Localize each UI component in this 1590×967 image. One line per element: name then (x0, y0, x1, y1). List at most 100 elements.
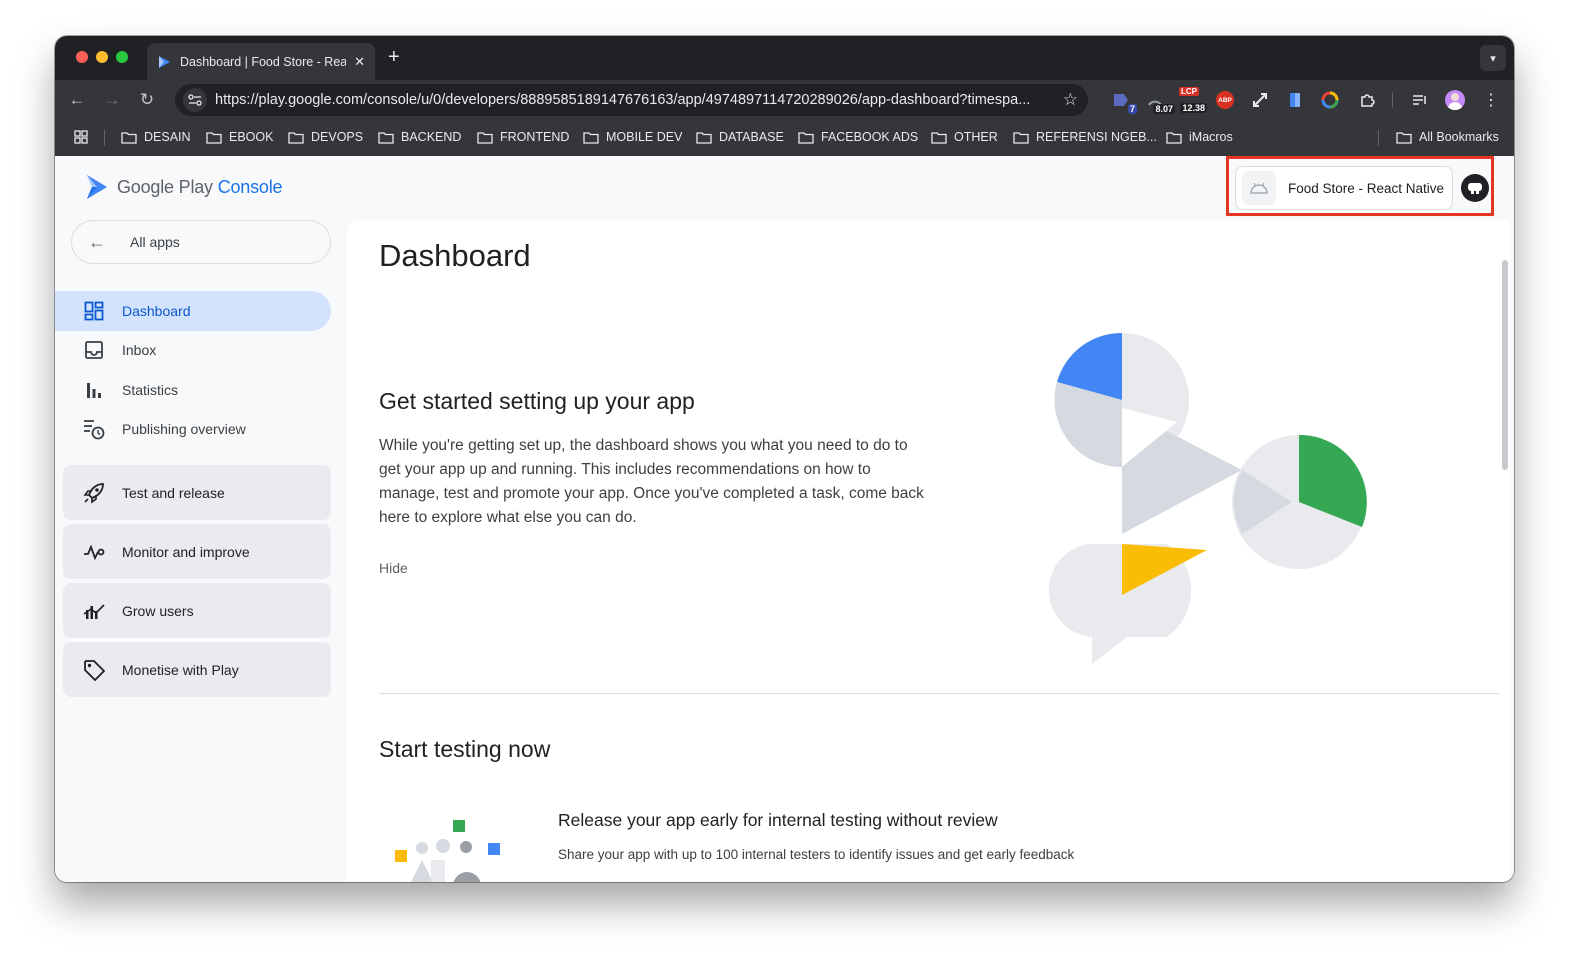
bookmark-folder[interactable]: DATABASE (696, 130, 784, 144)
browser-menu-icon[interactable]: ⋮ (1481, 90, 1501, 110)
section-divider (379, 693, 1499, 694)
folder-icon (1396, 131, 1412, 144)
sidebar-item-dashboard[interactable]: Dashboard (55, 291, 331, 331)
bookmark-label: DEVOPS (311, 130, 364, 144)
color-picker-icon[interactable] (1320, 90, 1340, 110)
sidebar-group-test-and-release[interactable]: Test and release (63, 465, 331, 520)
sidebar-item-label: Dashboard (122, 303, 191, 319)
bookmark-folder[interactable]: REFERENSI NGEB... (1013, 130, 1157, 144)
bookmark-label: OTHER (954, 130, 998, 144)
sidebar-group-grow-users[interactable]: Grow users (63, 583, 331, 638)
maximize-window-button[interactable] (116, 51, 128, 63)
tab-strip: Dashboard | Food Store - Rea ✕ + ▾ (55, 36, 1514, 80)
bookmark-label: MOBILE DEV (606, 130, 683, 144)
apps-grid-icon[interactable] (74, 130, 95, 144)
sidebar-group-label: Grow users (122, 602, 194, 619)
bookmarks-bar: DESAIN EBOOK DEVOPS BACKEND FRONTEND MOBILE D… (55, 120, 1514, 156)
sidebar-item-publishing-overview[interactable]: Publishing overview (55, 409, 331, 449)
sidebar-group-label: Test and release (122, 484, 225, 501)
dashboard-icon (83, 300, 105, 322)
sidebar-group-monetise-with-play[interactable]: Monetise with Play (63, 642, 331, 697)
bookmark-label: REFERENSI NGEB... (1036, 130, 1157, 144)
bookmark-label: FRONTEND (500, 130, 570, 144)
sidebar-group-label: Monitor and improve (122, 543, 250, 560)
bookmarks-divider-right (1378, 130, 1379, 146)
browser-toolbar: ← → ↻ https://play.google.com/console/u/… (55, 80, 1514, 120)
expand-icon[interactable] (1250, 90, 1270, 110)
extension-1-badge: 7 (1127, 104, 1137, 114)
extension-3-icon[interactable]: LCP 12.38 (1179, 87, 1207, 113)
sidebar-item-statistics[interactable]: Statistics (55, 370, 331, 410)
reload-button[interactable]: ↻ (135, 88, 159, 112)
sidebar-item-inbox[interactable]: Inbox (55, 330, 331, 370)
bookmark-folder[interactable]: OTHER (931, 130, 998, 144)
bookmark-folder[interactable]: FRONTEND (477, 130, 569, 144)
sidebar-item-label: Inbox (122, 342, 157, 358)
bookmark-folder[interactable]: FACEBOOK ADS (798, 130, 918, 144)
bookmark-folder[interactable]: BACKEND (378, 130, 461, 144)
chevron-down-icon: ▾ (1490, 52, 1496, 65)
extension-1-icon[interactable]: 7 (1111, 90, 1137, 114)
profile-avatar[interactable] (1445, 90, 1465, 110)
folder-icon (1013, 131, 1029, 144)
adblock-icon[interactable]: ABP (1215, 90, 1235, 110)
publishing-schedule-icon (83, 418, 105, 440)
media-controls-icon[interactable] (1410, 90, 1430, 110)
browser-window: Dashboard | Food Store - Rea ✕ + ▾ ← → ↻… (55, 36, 1514, 882)
back-button[interactable]: ← (65, 88, 89, 112)
site-settings-icon[interactable] (183, 88, 207, 112)
minimize-window-button[interactable] (96, 51, 108, 63)
address-bar[interactable]: https://play.google.com/console/u/0/deve… (175, 84, 1088, 116)
logo-text-console: Console (217, 176, 283, 197)
bookmark-folder[interactable]: DEVOPS (288, 130, 363, 144)
extension-docs-icon[interactable] (1285, 90, 1305, 110)
testing-heading: Start testing now (379, 736, 551, 762)
tab-title: Dashboard | Food Store - Rea (180, 54, 347, 69)
play-console-logo-icon (87, 175, 107, 199)
vitals-icon (83, 541, 105, 563)
url-text: https://play.google.com/console/u/0/deve… (215, 92, 1031, 108)
grow-icon (83, 600, 105, 622)
browser-tab-active[interactable]: Dashboard | Food Store - Rea ✕ (147, 43, 375, 80)
tab-close-icon[interactable]: ✕ (354, 54, 365, 70)
close-window-button[interactable] (76, 51, 88, 63)
bookmarks-divider (104, 130, 105, 146)
hide-button[interactable]: Hide (379, 560, 408, 576)
bookmark-star-icon[interactable]: ☆ (1063, 90, 1078, 110)
extensions-puzzle-icon[interactable] (1357, 90, 1377, 110)
play-console-logo[interactable]: Google Play Console (85, 174, 283, 200)
all-bookmarks-button[interactable]: All Bookmarks (1396, 130, 1499, 144)
bookmark-label: iMacros (1189, 130, 1233, 144)
setup-heading: Get started setting up your app (379, 388, 695, 414)
folder-icon (931, 131, 947, 144)
new-tab-button[interactable]: + (388, 46, 400, 69)
folder-icon (696, 131, 712, 144)
folder-icon (288, 131, 304, 144)
bookmark-folder[interactable]: iMacros (1166, 130, 1233, 144)
setup-description: While you're getting set up, the dashboa… (379, 437, 924, 526)
bar-chart-icon (83, 379, 105, 401)
main-content: Dashboard Get started setting up your ap… (347, 220, 1510, 882)
folder-icon (206, 131, 222, 144)
extension-3-badge: 12.38 (1180, 103, 1207, 113)
tab-search-button[interactable]: ▾ (1480, 45, 1506, 71)
bookmark-folder[interactable]: EBOOK (206, 130, 273, 144)
logo-text-google-play: Google Play (117, 176, 213, 197)
all-apps-button[interactable]: ← All apps (71, 220, 331, 264)
bookmark-label: DESAIN (144, 130, 191, 144)
bookmark-folder[interactable]: MOBILE DEV (583, 130, 682, 144)
folder-icon (477, 131, 493, 144)
all-bookmarks-label: All Bookmarks (1419, 130, 1499, 144)
extension-2-icon[interactable]: 8.07 (1145, 90, 1175, 114)
internal-testing-illustration (395, 820, 500, 882)
arrow-back-icon: ← (88, 231, 106, 252)
sidebar-group-monitor-and-improve[interactable]: Monitor and improve (63, 524, 331, 579)
forward-button[interactable]: → (100, 88, 124, 112)
folder-icon (583, 131, 599, 144)
inbox-icon (83, 339, 105, 361)
folder-icon (798, 131, 814, 144)
page-scrollbar[interactable] (1502, 260, 1508, 470)
play-setup-illustration (1048, 332, 1367, 664)
play-console-page: Google Play Console Food Store - React N… (55, 156, 1514, 882)
bookmark-folder[interactable]: DESAIN (121, 130, 191, 144)
